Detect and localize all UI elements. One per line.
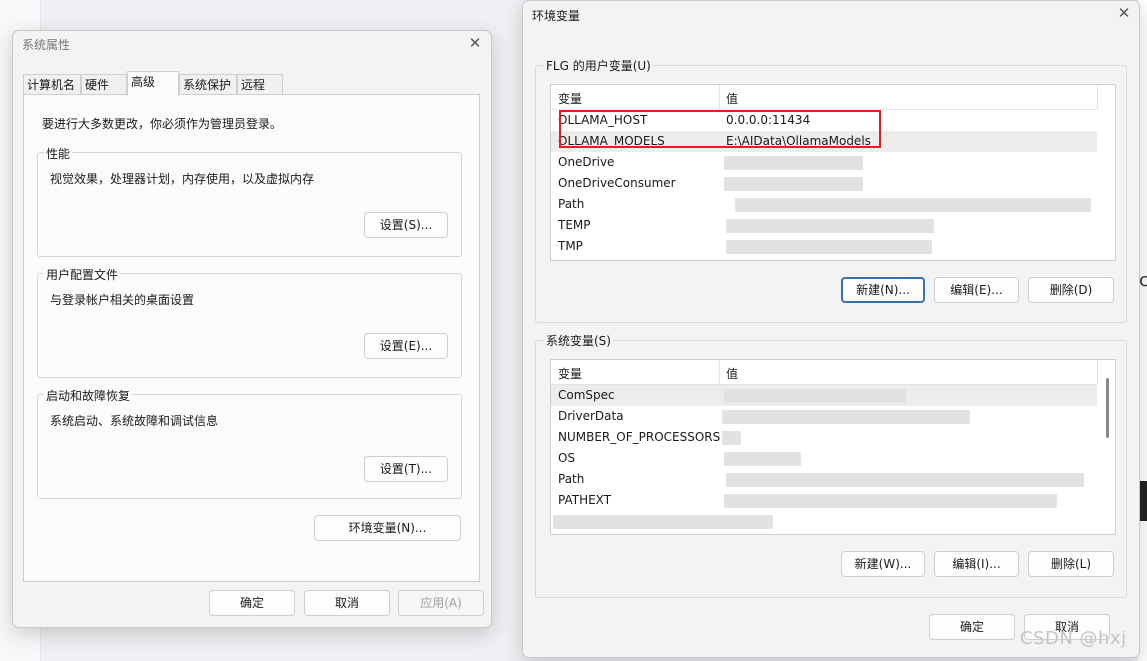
list-item[interactable]: NUMBER_OF_PROCESSORS: [551, 427, 1097, 448]
environment-variables-dialog: 环境变量 ✕ FLG 的用户变量(U) 变量 值 OLLAMA_HOST 0.0…: [522, 0, 1140, 658]
list-item[interactable]: ComSpec: [551, 385, 1097, 406]
tab-hardware[interactable]: 硬件: [81, 74, 127, 94]
user-edit-button[interactable]: 编辑(E)...: [934, 277, 1019, 303]
blurred-value: [724, 156, 863, 170]
advanced-tab-panel: 要进行大多数更改，你必须作为管理员登录。 性能 视觉效果，处理器计划，内存使用，…: [23, 94, 480, 582]
blurred-value: [553, 515, 773, 529]
list-item[interactable]: [551, 511, 1097, 532]
system-edit-button[interactable]: 编辑(I)...: [934, 551, 1019, 577]
user-profile-group: 用户配置文件 与登录帐户相关的桌面设置 设置(E)...: [37, 266, 462, 378]
user-delete-button[interactable]: 删除(D): [1028, 277, 1114, 303]
close-icon[interactable]: ✕: [467, 36, 483, 52]
blurred-value: [726, 219, 934, 233]
user-profile-legend: 用户配置文件: [44, 266, 121, 283]
blurred-value: [722, 431, 741, 445]
startup-recovery-legend: 启动和故障恢复: [44, 387, 133, 404]
performance-group: 性能 视觉效果，处理器计划，内存使用，以及虚拟内存 设置(S)...: [37, 145, 462, 257]
ok-button[interactable]: 确定: [209, 590, 295, 616]
background-glyph: c: [1139, 270, 1147, 291]
system-variables-section: 系统变量(S) 变量 值 ComSpec DriverData NUMBER_O…: [535, 332, 1127, 598]
blurred-value: [722, 410, 970, 424]
list-item[interactable]: DriverData: [551, 406, 1097, 427]
list-item[interactable]: OneDriveConsumer: [551, 173, 1097, 194]
system-variables-legend: 系统变量(S): [544, 332, 613, 349]
variable-name: OneDriveConsumer: [558, 176, 676, 190]
blurred-value: [735, 198, 1091, 212]
variable-name: ComSpec: [558, 388, 615, 402]
blurred-value: [726, 473, 1084, 487]
list-item[interactable]: Path: [551, 469, 1097, 490]
list-item[interactable]: TMP: [551, 236, 1097, 257]
environment-variables-button[interactable]: 环境变量(N)...: [314, 515, 461, 541]
system-variables-list[interactable]: 变量 值 ComSpec DriverData NUMBER_OF_PROCES…: [550, 359, 1116, 535]
variable-name: PATHEXT: [558, 493, 612, 507]
list-header: 变量 值: [551, 360, 1098, 385]
tab-system-protection[interactable]: 系统保护: [179, 74, 237, 94]
variable-name: TEMP: [558, 218, 591, 232]
user-profile-settings-button[interactable]: 设置(E)...: [364, 333, 448, 359]
list-item[interactable]: Path: [551, 194, 1097, 215]
user-new-button[interactable]: 新建(N)...: [841, 277, 925, 303]
variable-name: TMP: [558, 239, 583, 253]
list-item[interactable]: OS: [551, 448, 1097, 469]
user-variables-list[interactable]: 变量 值 OLLAMA_HOST 0.0.0.0:11434 OLLAMA_MO…: [550, 84, 1116, 261]
cancel-button[interactable]: 取消: [304, 590, 390, 616]
highlight-box: [559, 110, 881, 148]
list-header: 变量 值: [551, 85, 1098, 110]
column-header-value[interactable]: 值: [726, 90, 738, 107]
tab-remote[interactable]: 远程: [237, 74, 283, 94]
close-icon[interactable]: ✕: [1116, 6, 1132, 22]
admin-note: 要进行大多数更改，你必须作为管理员登录。: [42, 117, 283, 131]
list-item[interactable]: PATHEXT: [551, 490, 1097, 511]
user-variables-section: FLG 的用户变量(U) 变量 值 OLLAMA_HOST 0.0.0.0:11…: [535, 57, 1127, 323]
system-delete-button[interactable]: 删除(L): [1028, 551, 1114, 577]
dialog-title: 系统属性: [22, 38, 71, 52]
performance-desc: 视觉效果，处理器计划，内存使用，以及虚拟内存: [50, 172, 315, 186]
ok-button[interactable]: 确定: [929, 614, 1015, 640]
blurred-value: [724, 452, 801, 466]
dialog-title: 环境变量: [532, 9, 581, 23]
performance-legend: 性能: [44, 145, 73, 162]
column-header-variable[interactable]: 变量: [558, 365, 582, 382]
apply-button[interactable]: 应用(A): [398, 590, 484, 616]
variable-name: Path: [558, 472, 585, 486]
startup-recovery-desc: 系统启动、系统故障和调试信息: [50, 414, 219, 428]
variable-name: Path: [558, 197, 585, 211]
user-profile-desc: 与登录帐户相关的桌面设置: [50, 293, 195, 307]
blurred-value: [724, 494, 1057, 508]
tab-computer-name[interactable]: 计算机名: [23, 74, 81, 94]
user-variables-legend: FLG 的用户变量(U): [544, 57, 653, 74]
variable-name: DriverData: [558, 409, 624, 423]
variable-name: NUMBER_OF_PROCESSORS: [558, 430, 721, 444]
blurred-value: [726, 240, 932, 254]
system-new-button[interactable]: 新建(W)...: [841, 551, 925, 577]
column-header-value[interactable]: 值: [726, 365, 738, 382]
variable-name: OneDrive: [558, 155, 615, 169]
list-item[interactable]: TEMP: [551, 215, 1097, 236]
column-header-variable[interactable]: 变量: [558, 90, 582, 107]
system-properties-dialog: 系统属性 ✕ 计算机名 硬件 高级 系统保护 远程 要进行大多数更改，你必须作为…: [12, 30, 492, 628]
list-item[interactable]: OneDrive: [551, 152, 1097, 173]
blurred-value: [724, 389, 906, 403]
startup-recovery-settings-button[interactable]: 设置(T)...: [364, 456, 448, 482]
variable-name: OS: [558, 451, 576, 465]
startup-recovery-group: 启动和故障恢复 系统启动、系统故障和调试信息 设置(T)...: [37, 387, 462, 499]
performance-settings-button[interactable]: 设置(S)...: [364, 212, 448, 238]
list-scrollbar[interactable]: [1106, 378, 1109, 438]
blurred-value: [724, 177, 863, 191]
watermark: CSDN @hxj: [1020, 628, 1127, 649]
tab-advanced[interactable]: 高级: [127, 71, 179, 96]
